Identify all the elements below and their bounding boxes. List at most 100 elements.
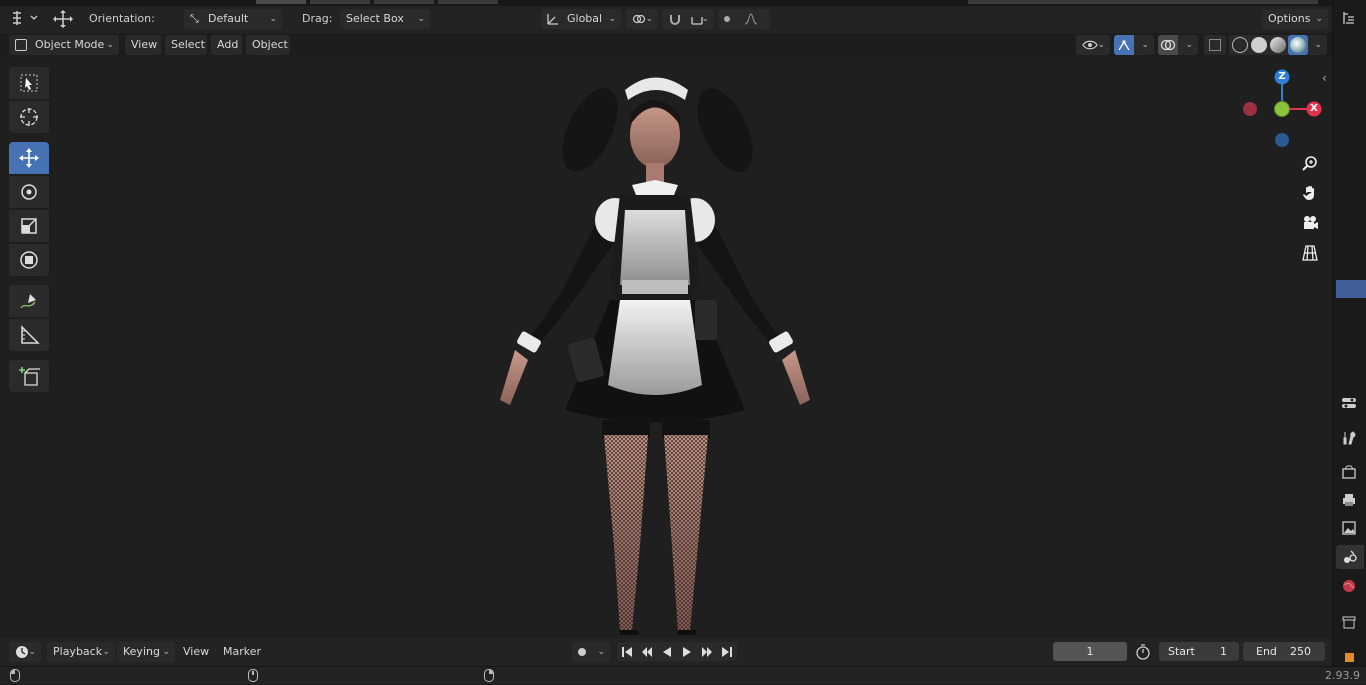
chevron-down-icon: ⌄ <box>1185 40 1193 50</box>
pan-view-button[interactable] <box>1297 181 1323 205</box>
collection-properties-tab[interactable] <box>1336 610 1362 634</box>
move-tool[interactable] <box>9 142 49 174</box>
cursor-tool[interactable] <box>9 101 49 133</box>
options-label: Options <box>1268 12 1311 25</box>
camera-view-button[interactable] <box>1297 211 1323 235</box>
material-shading-icon[interactable] <box>1270 37 1286 53</box>
scale-tool[interactable] <box>9 210 49 242</box>
chevron-down-icon: ⌄ <box>417 14 425 24</box>
version-label: 2.93.9 <box>1325 669 1360 682</box>
clock-icon <box>16 646 28 658</box>
camera-icon <box>1304 216 1318 229</box>
jump-keyframe-forward-button[interactable] <box>697 642 717 661</box>
menu-object[interactable]: Object <box>246 35 290 55</box>
rotate-tool[interactable] <box>9 176 49 208</box>
keyframe-forward-icon <box>702 646 712 657</box>
proportional-dot-icon <box>724 16 730 22</box>
playback-menu[interactable]: Playback ⌄ <box>47 642 115 662</box>
chevron-down-icon: ⌄ <box>269 14 277 24</box>
visibility-dropdown[interactable]: ⌄ <box>1076 35 1110 55</box>
options-dropdown[interactable]: Options ⌄ <box>1262 9 1328 29</box>
gizmo-neg-z[interactable] <box>1275 133 1289 147</box>
workspace-tab[interactable] <box>374 0 434 4</box>
end-value: 250 <box>1290 645 1311 658</box>
end-label: End <box>1256 645 1277 658</box>
gizmo-x-label: X <box>1310 103 1318 114</box>
stopwatch-icon <box>1136 644 1150 660</box>
snap-toggle[interactable]: ⌄ <box>662 9 714 29</box>
world-properties-tab[interactable] <box>1336 574 1362 598</box>
timeline-view-menu[interactable]: View <box>177 642 213 662</box>
workspace-tab[interactable] <box>310 0 370 4</box>
jump-keyframe-back-button[interactable] <box>637 642 657 661</box>
jump-end-button[interactable] <box>717 642 737 661</box>
zoom-view-button[interactable] <box>1297 151 1323 175</box>
gizmo-y[interactable] <box>1274 101 1290 117</box>
chevron-down-icon: ⌄ <box>1097 40 1105 50</box>
chevron-down-icon: ⌄ <box>102 647 110 657</box>
outliner-editor-type-button[interactable] <box>1336 6 1362 30</box>
measure-tool[interactable] <box>9 319 49 351</box>
character-model[interactable] <box>480 45 840 635</box>
output-properties-tab[interactable] <box>1336 488 1362 512</box>
chevron-down-icon: ⌄ <box>28 647 36 657</box>
drag-label: Drag: <box>302 12 333 25</box>
keying-menu[interactable]: Keying ⌄ <box>117 642 175 662</box>
play-reverse-button[interactable] <box>657 642 677 661</box>
solid-shading-icon[interactable] <box>1251 37 1267 53</box>
drag-dropdown[interactable]: Select Box ⌄ <box>340 9 430 29</box>
menu-select[interactable]: Select <box>165 35 207 55</box>
perspective-toggle-button[interactable] <box>1297 241 1323 265</box>
auto-keying-toggle[interactable]: ⌄ <box>572 642 610 662</box>
annotate-tool[interactable] <box>9 285 49 317</box>
gizmo-icon <box>1114 35 1134 55</box>
outliner-selected-row[interactable] <box>1336 280 1366 298</box>
menu-view[interactable]: View <box>125 35 161 55</box>
gizmo-neg-x[interactable] <box>1243 102 1257 116</box>
hand-icon <box>1303 186 1314 200</box>
gizmo-z-label: Z <box>1278 71 1286 82</box>
scene-selector[interactable] <box>968 0 1318 4</box>
current-frame-field[interactable]: 1 <box>1053 642 1127 661</box>
preview-range-toggle[interactable] <box>1134 643 1152 664</box>
render-properties-tab[interactable] <box>1336 460 1362 484</box>
wireframe-shading-icon[interactable] <box>1232 37 1248 53</box>
play-button[interactable] <box>677 642 697 661</box>
chevron-down-icon: ⌄ <box>608 14 616 24</box>
zoom-icon <box>1302 156 1317 171</box>
scale-icon <box>21 218 37 234</box>
scene-properties-tab[interactable] <box>1336 545 1364 569</box>
scene-icon <box>1344 550 1357 563</box>
jump-start-button[interactable] <box>617 642 637 661</box>
overlays-toggle[interactable]: ⌄ <box>1158 35 1198 55</box>
workspace-tab[interactable] <box>438 0 498 4</box>
workspace-tab-active[interactable] <box>256 0 306 4</box>
tool-properties-tab[interactable] <box>1336 426 1362 450</box>
view-layer-properties-tab[interactable] <box>1336 516 1362 540</box>
transform-orientation-dropdown[interactable]: Global ⌄ <box>541 9 621 29</box>
orientation-dropdown[interactable]: ⤡ Default ⌄ <box>184 9 282 29</box>
start-value: 1 <box>1220 645 1227 658</box>
play-reverse-icon <box>663 646 671 657</box>
proportional-editing-toggle[interactable] <box>718 9 770 29</box>
gizmo-toggle[interactable]: ⌄ <box>1114 35 1154 55</box>
transform-tool[interactable] <box>9 244 49 276</box>
timeline-editor-type-button[interactable]: ⌄ <box>9 642 41 662</box>
properties-editor-type-button[interactable] <box>1336 391 1362 415</box>
rendered-shading-button[interactable] <box>1288 35 1308 55</box>
xray-toggle[interactable] <box>1204 35 1226 55</box>
end-frame-field[interactable]: End 250 <box>1243 642 1325 661</box>
menu-add[interactable]: Add <box>211 35 242 55</box>
editor-type-icon[interactable] <box>8 9 40 29</box>
shading-mode-group: ⌄ <box>1229 35 1327 55</box>
sidebar-toggle-chevron-icon[interactable]: ‹ <box>1322 71 1327 85</box>
select-box-tool[interactable] <box>9 67 49 99</box>
rotate-icon <box>21 184 37 200</box>
pivot-point-dropdown[interactable]: ⌄ <box>626 9 658 29</box>
add-cube-tool[interactable] <box>9 360 49 392</box>
3d-viewport[interactable]: Z X ‹ <box>0 57 1332 638</box>
marker-menu[interactable]: Marker <box>217 642 265 662</box>
overlays-icon <box>1158 35 1178 55</box>
start-frame-field[interactable]: Start 1 <box>1159 642 1239 661</box>
object-mode-dropdown[interactable]: Object Mode ⌄ <box>9 35 119 55</box>
